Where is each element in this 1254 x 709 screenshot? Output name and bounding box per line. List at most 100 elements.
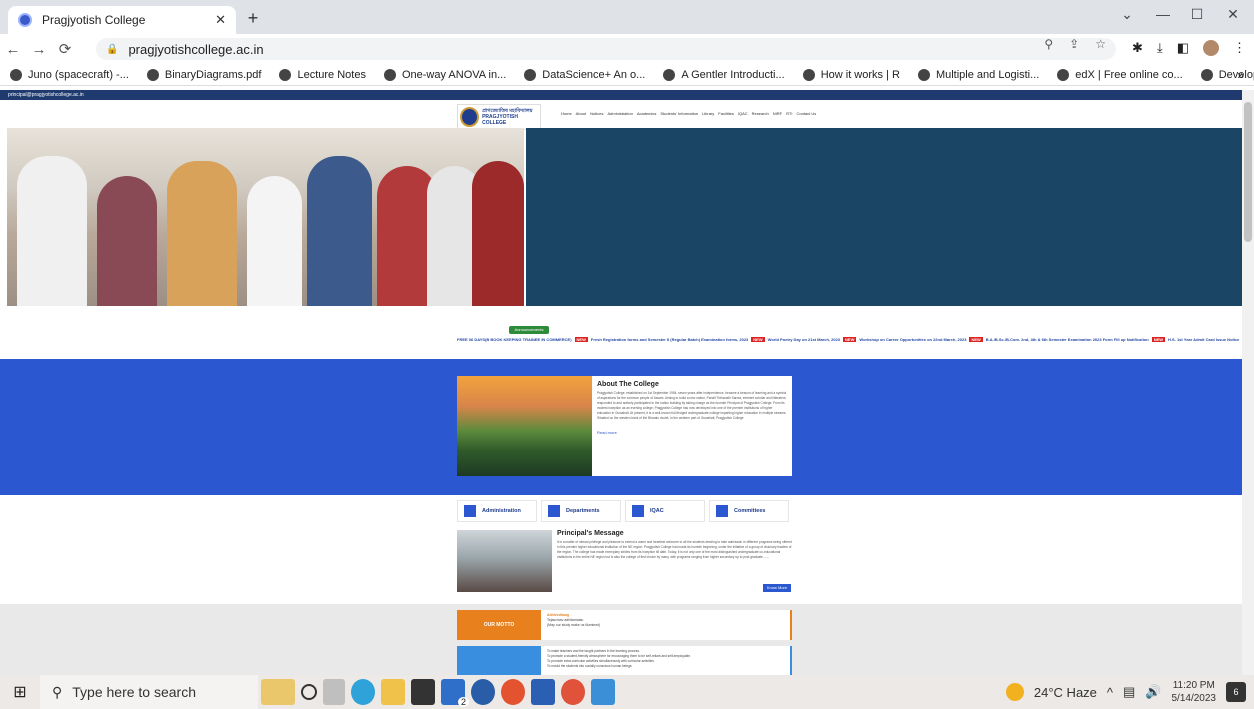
principal-photo: [457, 530, 552, 592]
college-campus-image: [457, 376, 592, 476]
zoom-app-icon[interactable]: [471, 679, 495, 705]
share-icon[interactable]: ⇪: [1069, 37, 1079, 51]
bookmark-item[interactable]: Multiple and Logisti...: [917, 68, 1039, 81]
lock-icon[interactable]: 🔒: [106, 44, 118, 55]
clock[interactable]: 11:20 PM 5/14/2023: [1172, 679, 1217, 705]
new-tab-button[interactable]: +: [240, 7, 266, 31]
nav-item[interactable]: Students' Information: [660, 111, 698, 116]
address-bar[interactable]: 🔒 pragjyotishcollege.ac.in: [96, 38, 1116, 60]
photos-icon[interactable]: [591, 679, 615, 705]
know-more-button[interactable]: Know More: [763, 584, 791, 592]
site-favicon-icon: [18, 13, 32, 27]
quick-link-administration[interactable]: Administration: [457, 500, 537, 522]
nav-item[interactable]: Academics: [637, 111, 657, 116]
bookmark-label: Juno (spacecraft) -...: [28, 68, 129, 81]
ticker-item[interactable]: B.A./B.Sc./B.Com. 2nd, 4th & 6th Semeste…: [986, 337, 1149, 342]
nav-item[interactable]: Library: [702, 111, 714, 116]
ticker-item[interactable]: FREE 06 DAYS(B BOOK KEEPING TRAINEE IN C…: [457, 337, 572, 342]
weather-icon[interactable]: [1005, 683, 1024, 701]
bookmark-item[interactable]: Developing Scalabl...: [1200, 68, 1254, 81]
nav-item[interactable]: Home: [561, 111, 572, 116]
nav-item[interactable]: Administration: [607, 111, 632, 116]
motto-line-2: (May our study make us illumined): [547, 623, 601, 627]
task-view-icon[interactable]: [323, 679, 345, 705]
logo-english-name: PRAGJYOTISH COLLEGE: [482, 114, 518, 126]
extensions-icon[interactable]: ✱: [1132, 40, 1143, 56]
about-text-2: Situated on the western bank of the Bhar…: [597, 416, 744, 420]
bookmark-favicon-icon: [1057, 68, 1070, 81]
bookmark-favicon-icon: [383, 68, 396, 81]
taskbar-search-placeholder: Type here to search: [72, 684, 197, 700]
vision-card: To make teachers and the taught partners…: [541, 646, 792, 675]
bookmark-label: BinaryDiagrams.pdf: [164, 68, 262, 81]
bookmark-item[interactable]: Lecture Notes: [279, 68, 366, 81]
bookmark-item[interactable]: DataScience+ An o...: [524, 68, 645, 81]
bookmarks-more-button[interactable]: »: [1237, 68, 1244, 82]
ticker-item[interactable]: Fresh Registration forms and Semester II…: [591, 337, 748, 342]
sound-icon[interactable]: 🔊: [1145, 684, 1161, 700]
profile-avatar[interactable]: [1203, 40, 1219, 56]
nav-item[interactable]: Notices: [590, 111, 603, 116]
nav-item[interactable]: About: [576, 111, 586, 116]
network-icon[interactable]: ▤: [1123, 684, 1135, 700]
college-logo[interactable]: প্ৰাগজ্যোতিষ মহাবিদ্যালয় PRAGJYOTISH CO…: [457, 104, 541, 130]
show-hidden-icons[interactable]: ^: [1107, 685, 1113, 700]
ticker-item[interactable]: Workshop on Career Opportunities on 22nd…: [859, 337, 966, 342]
nav-item[interactable]: Facilities: [718, 111, 734, 116]
chrome-profile-icon[interactable]: [561, 679, 585, 705]
side-panel-icon[interactable]: ◧: [1177, 40, 1189, 56]
bookmark-label: Lecture Notes: [297, 68, 366, 81]
nav-item[interactable]: RTI: [786, 111, 792, 116]
word-icon[interactable]: [531, 679, 555, 705]
bookmark-item[interactable]: A Gentler Introducti...: [663, 68, 785, 81]
bookmark-label: A Gentler Introducti...: [681, 68, 785, 81]
tab-search-icon[interactable]: ⌄: [1112, 6, 1142, 23]
page-scrollbar[interactable]: [1242, 90, 1254, 675]
bookmark-favicon-icon: [279, 68, 292, 81]
file-explorer-icon[interactable]: [381, 679, 405, 705]
quick-link-iqac[interactable]: IQAC: [625, 500, 705, 522]
zoom-icon[interactable]: ⚲: [1044, 37, 1053, 51]
chrome-icon[interactable]: [501, 679, 525, 705]
new-badge: NEW: [969, 337, 983, 342]
menu-icon[interactable]: ⋮: [1233, 40, 1246, 56]
store-icon[interactable]: [411, 679, 435, 705]
reload-button[interactable]: ⟳: [52, 40, 78, 58]
forward-button[interactable]: →: [26, 41, 52, 58]
edge-icon[interactable]: [351, 679, 375, 705]
bookmark-item[interactable]: Juno (spacecraft) -...: [10, 68, 129, 81]
announcements-button[interactable]: Announcements: [509, 326, 549, 334]
nav-item[interactable]: Research: [752, 111, 769, 116]
motto-card: Adhivedhang Tejasvinav adhitamastu (May …: [541, 610, 792, 640]
scrollbar-thumb[interactable]: [1244, 102, 1252, 242]
nav-item[interactable]: Contact Us: [796, 111, 816, 116]
close-tab-icon[interactable]: ✕: [215, 12, 226, 28]
nav-item[interactable]: IQAC: [738, 111, 748, 116]
quick-link-departments[interactable]: Departments: [541, 500, 621, 522]
about-read-more-link[interactable]: Read more: [597, 430, 617, 435]
bookmark-item[interactable]: BinaryDiagrams.pdf: [146, 68, 262, 81]
nav-item[interactable]: NIRF: [773, 111, 782, 116]
mail-icon[interactable]: 2: [441, 679, 469, 707]
slider-panel: [526, 128, 1242, 306]
administration-icon: [464, 505, 476, 517]
tab-pragjyotish[interactable]: Pragjyotish College ✕: [8, 6, 236, 34]
minimize-button[interactable]: —: [1148, 6, 1178, 22]
notifications-button[interactable]: 6: [1226, 682, 1246, 702]
quick-link-committees[interactable]: Committees: [709, 500, 789, 522]
windows-start-icon[interactable]: ⊞: [0, 682, 40, 702]
taskbar-search-box[interactable]: ⚲ Type here to search: [40, 675, 258, 709]
ticker-item[interactable]: H.S. 1st Year Admit Card Issue Notice: [1168, 337, 1239, 342]
ticker-item[interactable]: World Poetry Day on 21st March, 2023: [768, 337, 840, 342]
downloads-icon[interactable]: ⤓: [1157, 40, 1163, 56]
bookmark-star-icon[interactable]: ☆: [1095, 37, 1106, 51]
weather-text[interactable]: 24°C Haze: [1034, 685, 1097, 700]
bookmark-item[interactable]: How it works | R: [802, 68, 900, 81]
maximize-button[interactable]: ☐: [1182, 6, 1212, 23]
bookmark-item[interactable]: edX | Free online co...: [1057, 68, 1183, 81]
close-window-button[interactable]: ✕: [1218, 6, 1248, 23]
bookmark-item[interactable]: One-way ANOVA in...: [383, 68, 506, 81]
back-button[interactable]: ←: [0, 41, 26, 58]
news-widget-icon[interactable]: [261, 679, 295, 705]
cortana-icon[interactable]: [301, 684, 317, 700]
